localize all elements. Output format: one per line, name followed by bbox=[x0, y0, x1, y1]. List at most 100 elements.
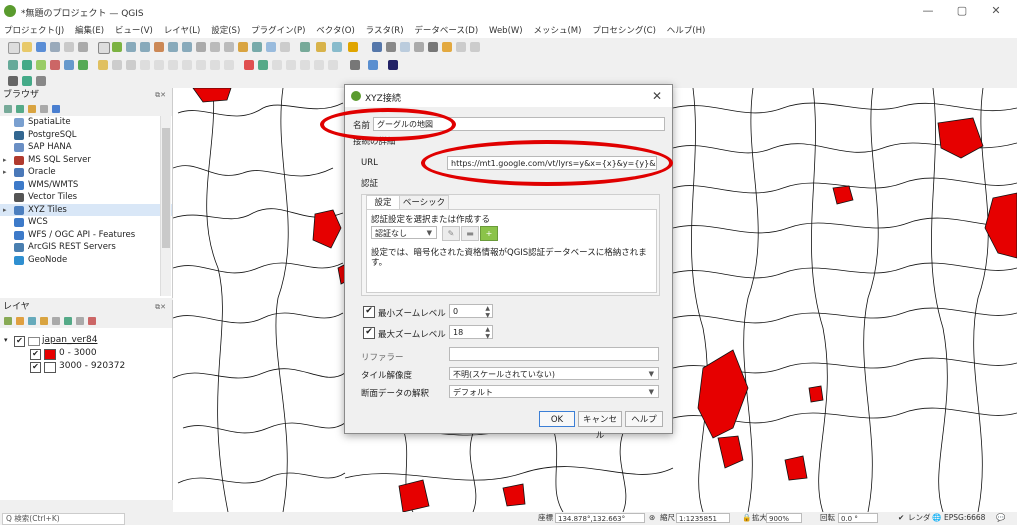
extents-icon[interactable]: ⊛ bbox=[649, 513, 655, 523]
layer-style-icon[interactable] bbox=[4, 317, 12, 325]
add-auth-icon[interactable]: + bbox=[480, 226, 498, 241]
pan-icon[interactable] bbox=[98, 42, 110, 54]
refresh-browser-icon[interactable] bbox=[16, 105, 24, 113]
referer-input[interactable] bbox=[449, 347, 659, 361]
digitize-icon[interactable] bbox=[126, 60, 136, 70]
browser-item-oracle[interactable]: ▸ Oracle bbox=[0, 166, 172, 179]
browser-item-arcgis-rest-servers[interactable]: ArcGIS REST Servers bbox=[0, 241, 172, 254]
delete-selected-icon[interactable] bbox=[154, 60, 164, 70]
menu-web[interactable]: Web(W) bbox=[485, 24, 527, 38]
crs-globe-icon[interactable]: 🌐 bbox=[932, 513, 941, 523]
expand-arrow-icon[interactable]: ▸ bbox=[3, 166, 7, 179]
minimize-button[interactable]: — bbox=[913, 4, 943, 18]
help-button[interactable]: ヘルプ bbox=[625, 411, 663, 427]
save-edits-icon[interactable] bbox=[112, 60, 122, 70]
browser-item-wfs-ogc-api-features[interactable]: WFS / OGC API - Features bbox=[0, 229, 172, 242]
scale-field[interactable]: 1:1235851 bbox=[676, 513, 730, 523]
tab-basic[interactable]: ベーシック bbox=[399, 195, 449, 210]
menu-mesh[interactable]: メッシュ(M) bbox=[529, 22, 585, 38]
open-attribute-table-icon[interactable] bbox=[372, 42, 382, 52]
dialog-close-button[interactable]: ✕ bbox=[652, 89, 662, 103]
add-raster-icon[interactable] bbox=[50, 60, 60, 70]
add-selected-icon[interactable] bbox=[4, 105, 12, 113]
annotation-icon[interactable] bbox=[456, 42, 466, 52]
expand-arrow-icon[interactable]: ▸ bbox=[3, 204, 7, 217]
statistics-icon[interactable] bbox=[400, 42, 410, 52]
print-layout-icon[interactable] bbox=[64, 42, 74, 52]
remove-auth-icon[interactable]: ▬ bbox=[461, 226, 479, 241]
max-zoom-spinbox[interactable]: 18 ▲ ▼ bbox=[449, 325, 493, 340]
layer-name[interactable]: japan_ver84 bbox=[42, 334, 97, 347]
panel-float-close-icon[interactable]: ⧉✕ bbox=[155, 88, 166, 102]
copy-features-icon[interactable] bbox=[182, 60, 192, 70]
class-1-checkbox[interactable]: ✔ bbox=[30, 349, 41, 360]
menu-layer[interactable]: レイヤ(L) bbox=[160, 22, 205, 38]
magnifier-field[interactable]: 900% bbox=[766, 513, 802, 523]
collapse-all-layers-icon[interactable] bbox=[76, 317, 84, 325]
zoom-selection-icon[interactable] bbox=[168, 42, 178, 52]
cancel-button[interactable]: キャンセル bbox=[578, 411, 622, 441]
min-zoom-spinbox[interactable]: 0 ▲ ▼ bbox=[449, 304, 493, 319]
deselect-icon[interactable] bbox=[332, 42, 342, 52]
zoom-next-icon[interactable] bbox=[224, 42, 234, 52]
min-zoom-checkbox[interactable]: ✔ bbox=[363, 306, 375, 318]
data-source-manager-icon[interactable] bbox=[8, 60, 18, 70]
python-console-icon[interactable] bbox=[428, 42, 438, 52]
add-vector-icon[interactable] bbox=[36, 60, 46, 70]
open-project-icon[interactable] bbox=[22, 42, 32, 52]
measure-icon[interactable] bbox=[348, 42, 358, 52]
python-icon[interactable] bbox=[368, 60, 378, 70]
toolbox-icon[interactable] bbox=[414, 42, 424, 52]
spin-arrows-icon-2[interactable]: ▲ ▼ bbox=[485, 326, 490, 340]
pin-labels-icon[interactable] bbox=[272, 60, 282, 70]
properties-icon[interactable] bbox=[52, 105, 60, 113]
undo-icon[interactable] bbox=[210, 60, 220, 70]
label-toolbar-icon[interactable] bbox=[258, 60, 268, 70]
plugin-icon[interactable] bbox=[350, 60, 360, 70]
label-icon[interactable] bbox=[244, 60, 254, 70]
expand-arrow-icon[interactable]: ▸ bbox=[3, 154, 7, 167]
rotation-field[interactable]: 0.0 ° bbox=[838, 513, 878, 523]
save-as-icon[interactable] bbox=[50, 42, 60, 52]
max-zoom-checkbox[interactable]: ✔ bbox=[363, 327, 375, 339]
lock-icon[interactable] bbox=[8, 76, 18, 86]
zoom-in-icon[interactable] bbox=[126, 42, 136, 52]
tab-configurations[interactable]: 設定 bbox=[366, 195, 400, 210]
locator-icon[interactable] bbox=[22, 76, 32, 86]
redo-icon[interactable] bbox=[224, 60, 234, 70]
menu-database[interactable]: データベース(D) bbox=[410, 22, 482, 38]
collapse-all-icon[interactable] bbox=[40, 105, 48, 113]
cut-features-icon[interactable] bbox=[168, 60, 178, 70]
new-project-icon[interactable] bbox=[8, 42, 20, 54]
remove-layer-icon[interactable] bbox=[88, 317, 96, 325]
rotate-label-icon[interactable] bbox=[314, 60, 324, 70]
show-hide-labels-icon[interactable] bbox=[286, 60, 296, 70]
field-calculator-icon[interactable] bbox=[386, 42, 396, 52]
menu-view[interactable]: ビュー(V) bbox=[111, 22, 157, 38]
auth-config-select[interactable]: 認証なし ▼ bbox=[371, 226, 437, 239]
select-icon[interactable] bbox=[316, 42, 326, 52]
new-layer-icon[interactable] bbox=[22, 60, 32, 70]
style-manager-icon[interactable] bbox=[78, 42, 88, 52]
move-label-icon[interactable] bbox=[300, 60, 310, 70]
menu-raster[interactable]: ラスタ(R) bbox=[362, 22, 408, 38]
show-bookmarks-icon[interactable] bbox=[252, 42, 262, 52]
add-group-icon[interactable] bbox=[16, 317, 24, 325]
tile-resolution-select[interactable]: 不明(スケールされていない) ▼ bbox=[449, 367, 659, 380]
interpretation-select[interactable]: デフォルト ▼ bbox=[449, 385, 659, 398]
filter-icon[interactable] bbox=[28, 105, 36, 113]
browser-scrollbar[interactable] bbox=[160, 116, 171, 296]
refresh-icon[interactable] bbox=[280, 42, 290, 52]
messages-icon[interactable]: 💬 bbox=[996, 513, 1005, 523]
render-checkbox[interactable]: ✔ bbox=[898, 513, 904, 523]
zoom-out-icon[interactable] bbox=[140, 42, 150, 52]
zoom-full-icon[interactable] bbox=[154, 42, 164, 52]
spin-arrows-icon[interactable]: ▲ ▼ bbox=[485, 305, 490, 319]
browser-item-spatialite[interactable]: SpatiaLite bbox=[0, 116, 172, 129]
pan-to-selection-icon[interactable] bbox=[112, 42, 122, 52]
save-project-icon[interactable] bbox=[36, 42, 46, 52]
map-tips-icon[interactable] bbox=[442, 42, 452, 52]
identify-icon[interactable] bbox=[300, 42, 310, 52]
scrollbar-thumb[interactable] bbox=[162, 128, 170, 248]
browser-item-sap-hana[interactable]: SAP HANA bbox=[0, 141, 172, 154]
